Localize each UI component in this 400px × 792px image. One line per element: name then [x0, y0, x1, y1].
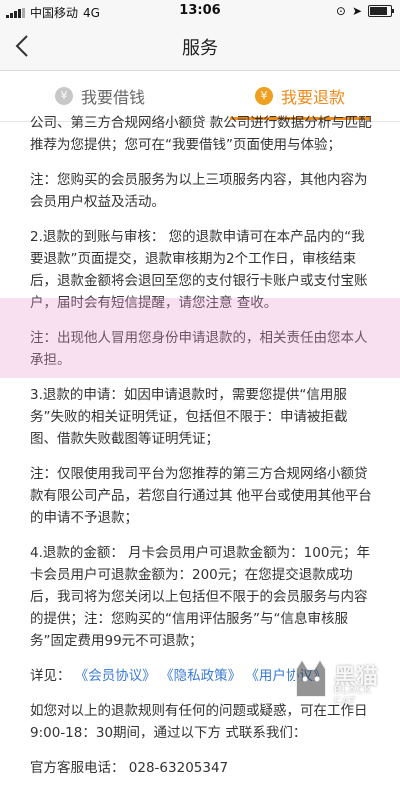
paragraph: 注：出现他人冒用您身份申请退款的，相关责任由您本人承担。	[30, 330, 368, 368]
privacy-policy-link[interactable]: 《隐私政策》	[160, 668, 241, 684]
paragraph: 注：您购买的会员服务为以上三项服务内容，其他内容为会员用户权益及活动。	[30, 172, 368, 210]
brand-name-en: BLACK CAT	[334, 685, 372, 707]
nav-bar: 服务	[0, 22, 400, 71]
tab-borrow-label: 我要借钱	[80, 88, 145, 107]
paragraph: 3.退款的申请：如因申请退款时，需要您提供“信用服务”失败的相关证明凭证，包括但…	[30, 387, 348, 447]
paragraph: 2.退款的到账与审核： 您的退款申请可在本产品内的“我要退款”页面提交，退款审核…	[30, 229, 368, 311]
paragraph: 如您对以上的退款规则有任何的问题或疑惑，可在工作日9:00-18：30期间，通过…	[30, 703, 368, 741]
battery-icon	[368, 5, 394, 17]
hotline: 官方客服电话： 028-63205347	[30, 760, 229, 776]
paragraph: 注：仅限使用我司平台为您推荐的第三方合规网络小额贷款有限公司产品，若您自行通过其…	[30, 466, 372, 526]
status-bar: 中国移动 4G 13:06 ⊙ ➤	[0, 0, 400, 22]
refund-coin-icon: ¥	[254, 87, 273, 105]
cat-icon	[295, 657, 327, 698]
paragraph: 公司、第三方合规网络小额贷 款公司进行数据分析与匹配推荐为您提供；您可在“我要借…	[30, 115, 372, 153]
black-cat-logo: 黑猫 BLACK CAT	[290, 657, 394, 707]
page-title: 服务	[182, 38, 218, 59]
location-icon: ➤	[351, 4, 362, 18]
lock-rotation-icon: ⊙	[335, 4, 346, 18]
tab-refund-label: 我要退款	[280, 88, 345, 107]
paragraph: 4.退款的金额： 月卡会员用户可退款金额为：100元；年卡会员用户可退款金额为：…	[30, 545, 370, 649]
member-agreement-link[interactable]: 《会员协议》	[75, 668, 156, 684]
yen-coin-icon: ¥	[54, 87, 73, 105]
details-label: 详见：	[30, 668, 71, 684]
